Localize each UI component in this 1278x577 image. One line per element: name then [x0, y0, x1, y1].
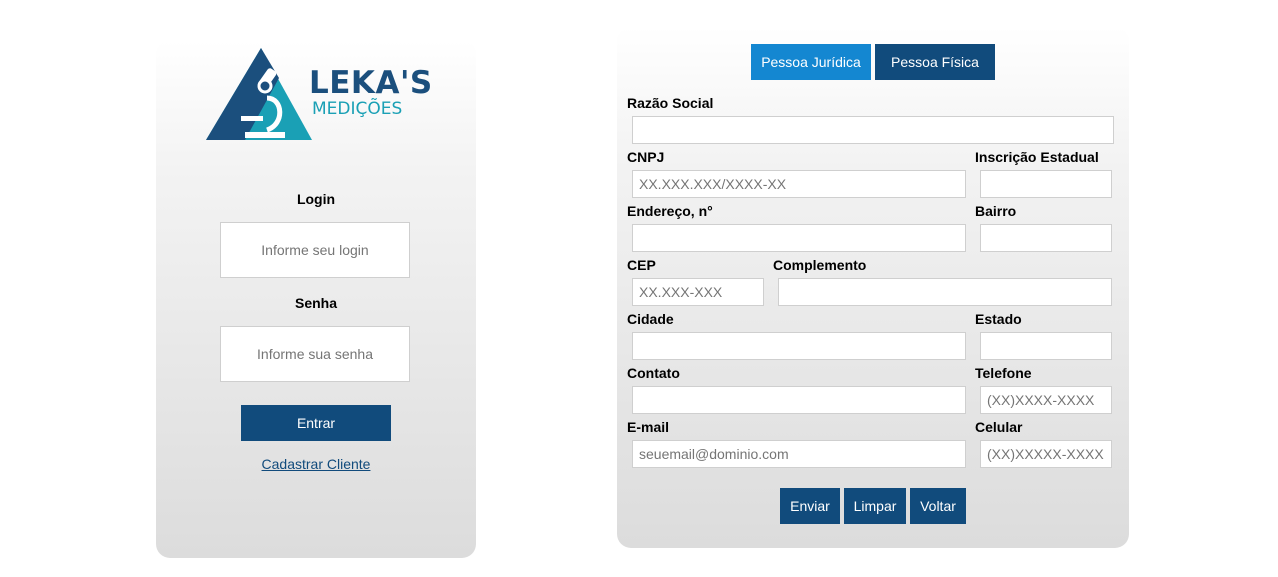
tab-pessoa-fisica[interactable]: Pessoa Física	[875, 44, 995, 80]
password-input[interactable]	[220, 326, 410, 382]
estado-input[interactable]	[980, 332, 1112, 360]
microscope-logo-icon	[206, 48, 312, 140]
complemento-input[interactable]	[778, 278, 1112, 306]
back-button[interactable]: Voltar	[910, 488, 966, 524]
estado-label: Estado	[975, 311, 1022, 327]
celular-input[interactable]	[980, 440, 1112, 468]
bairro-label: Bairro	[975, 203, 1017, 219]
cnpj-label: CNPJ	[627, 149, 665, 165]
lekas-logo: LEKA'S MEDIÇÕES	[205, 46, 433, 142]
complemento-label: Complemento	[773, 257, 867, 273]
cnpj-input[interactable]	[632, 170, 966, 198]
cep-label: CEP	[627, 257, 656, 273]
cep-input[interactable]	[632, 278, 764, 306]
cidade-label: Cidade	[627, 311, 674, 327]
inscricao-estadual-label: Inscrição Estadual	[975, 149, 1099, 165]
email-label: E-mail	[627, 419, 670, 435]
login-panel: LEKA'S MEDIÇÕES Login Senha Entrar Cadas…	[156, 40, 476, 558]
register-panel: Pessoa Jurídica Pessoa Física Razão Soci…	[617, 27, 1129, 548]
endereco-label: Endereço, n°	[627, 203, 713, 219]
bairro-input[interactable]	[980, 224, 1112, 252]
razao-social-label: Razão Social	[627, 95, 714, 111]
celular-label: Celular	[975, 419, 1023, 435]
email-input[interactable]	[632, 440, 966, 468]
contato-label: Contato	[627, 365, 680, 381]
logo-title: LEKA'S	[309, 65, 433, 101]
register-client-link[interactable]: Cadastrar Cliente	[156, 456, 476, 472]
login-label: Login	[296, 191, 336, 207]
endereco-input[interactable]	[632, 224, 966, 252]
clear-button[interactable]: Limpar	[844, 488, 906, 524]
contato-input[interactable]	[632, 386, 966, 414]
inscricao-estadual-input[interactable]	[980, 170, 1112, 198]
login-input[interactable]	[220, 222, 410, 278]
telefone-input[interactable]	[980, 386, 1112, 414]
tab-pessoa-juridica[interactable]: Pessoa Jurídica	[751, 44, 871, 80]
cidade-input[interactable]	[632, 332, 966, 360]
logo-subtitle: MEDIÇÕES	[312, 99, 403, 119]
password-label: Senha	[294, 295, 337, 311]
logo-text: LEKA'S MEDIÇÕES	[309, 66, 433, 118]
razao-social-input[interactable]	[632, 116, 1114, 144]
login-submit-button[interactable]: Entrar	[241, 405, 391, 441]
send-button[interactable]: Enviar	[780, 488, 840, 524]
telefone-label: Telefone	[975, 365, 1032, 381]
